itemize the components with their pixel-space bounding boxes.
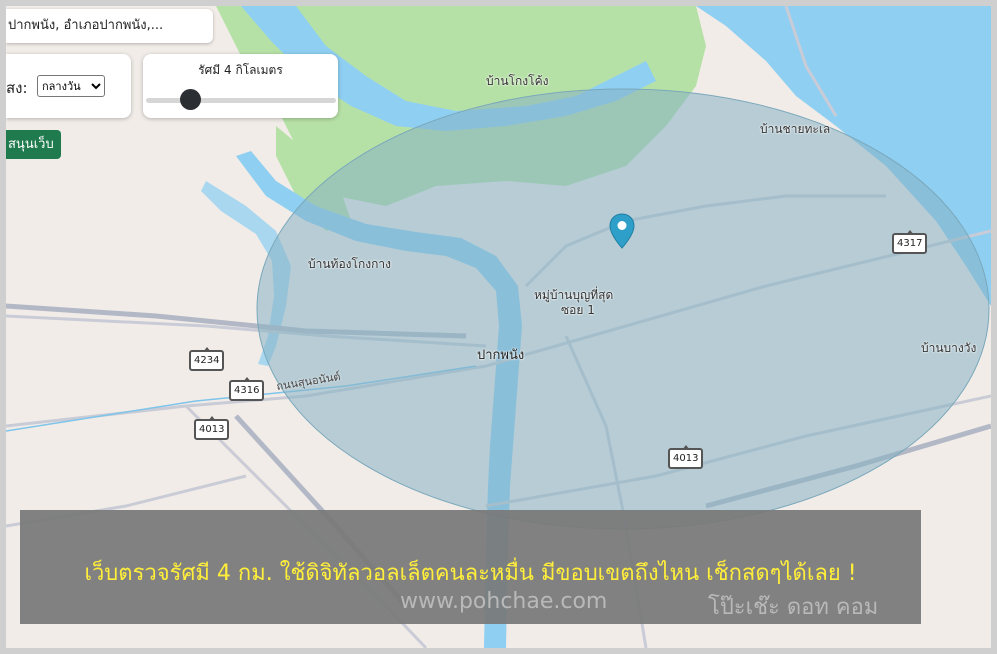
banner-brand: โป๊ะเช๊ะ ดอท คอม	[708, 595, 879, 620]
route-shield: 4316	[229, 377, 265, 401]
screenshot-frame: บ้านโกงโค้ง บ้านชายทะเล บ้านท้องโกงกาง ห…	[0, 0, 997, 654]
place-village-soi: ซอย 1	[561, 303, 595, 317]
support-website-button[interactable]: สนุนเว็บ	[6, 130, 61, 159]
search-input[interactable]: ปากพนัง, อำเภอปากพนัง,...	[6, 9, 213, 43]
route-shield: 4234	[189, 347, 225, 371]
display-mode-panel: สง: กลางวัน	[6, 54, 131, 118]
place-ban-kong-khong: บ้านโกงโค้ง	[486, 74, 549, 88]
display-mode-select[interactable]: กลางวัน	[37, 75, 105, 97]
display-mode-label: สง:	[6, 79, 28, 97]
caption-banner: เว็บตรวจรัศมี 4 กม. ใช้ดิจิทัลวอลเล็ตคนล…	[20, 510, 921, 624]
radius-panel: รัศมี 4 กิโลเมตร	[143, 54, 338, 118]
route-shield: 4013	[668, 445, 704, 469]
radius-slider-thumb[interactable]	[179, 89, 201, 110]
route-shield: 4013	[194, 416, 230, 440]
radius-title: รัศมี 4 กิโลเมตร	[198, 63, 283, 77]
place-ban-thong-kong-kang: บ้านท้องโกงกาง	[308, 257, 391, 271]
place-pak-phanang: ปากพนัง	[477, 348, 525, 363]
place-ban-chai-thale: บ้านชายทะเล	[760, 122, 831, 136]
banner-url: www.pohchae.com	[400, 589, 608, 614]
radius-slider-track[interactable]	[146, 98, 336, 103]
banner-headline: เว็บตรวจรัศมี 4 กม. ใช้ดิจิทัลวอลเล็ตคนล…	[84, 561, 857, 586]
route-shield: 4317	[892, 230, 928, 254]
place-ban-bang-wang: บ้านบางวัง	[921, 341, 977, 355]
radius-circle	[256, 88, 990, 530]
